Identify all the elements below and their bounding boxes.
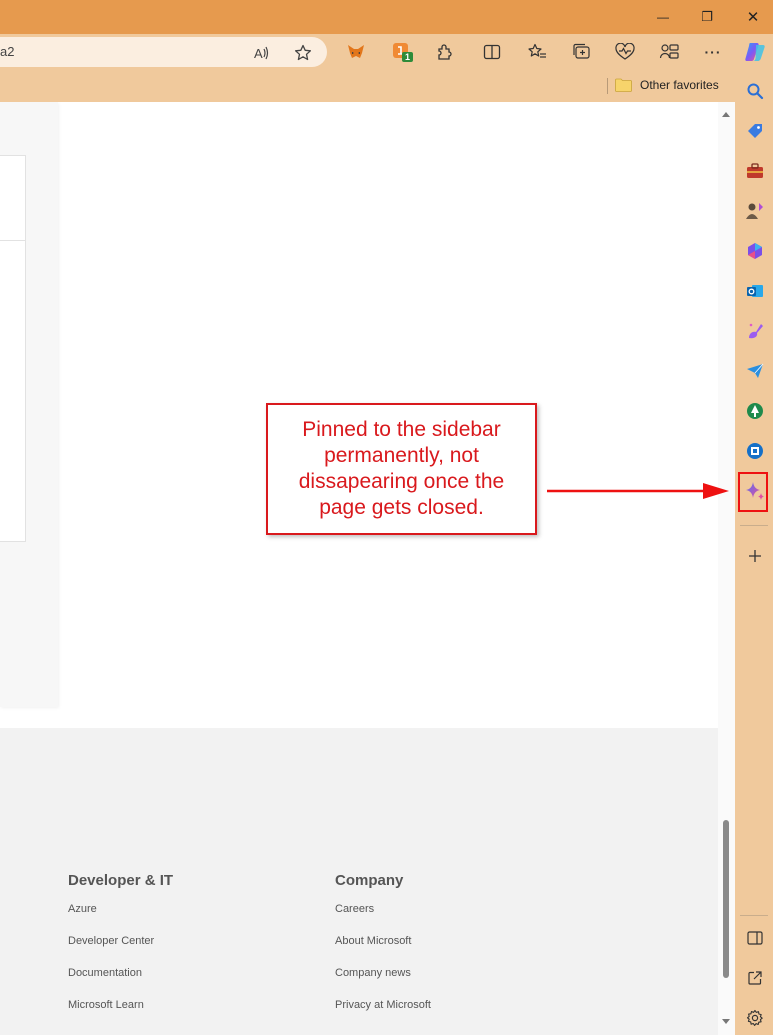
footer-link-company-news[interactable]: Company news (335, 967, 411, 979)
extension-badge: 1 (402, 52, 414, 62)
extension-badge-icon[interactable]: 1 (388, 38, 416, 66)
footer-heading-company: Company (335, 872, 404, 889)
settings-icon[interactable] (744, 1007, 766, 1029)
drop-icon[interactable] (744, 360, 766, 382)
more-options-button[interactable]: ··· (699, 38, 727, 66)
address-text[interactable]: a2 (0, 44, 14, 59)
annotation-callout: Pinned to the sidebar permanently, not d… (266, 403, 537, 535)
scroll-thumb[interactable] (723, 820, 729, 978)
page-scrollbar[interactable] (718, 102, 735, 1035)
search-icon[interactable] (744, 80, 766, 102)
microsoft-365-icon[interactable] (744, 240, 766, 262)
footer-heading-developer: Developer & IT (68, 872, 174, 889)
restore-icon: ❐ (701, 9, 713, 24)
browser-essentials-icon[interactable] (611, 38, 639, 66)
scroll-down-icon[interactable] (722, 1019, 730, 1024)
favorites-list-icon[interactable] (523, 38, 551, 66)
sidebar-separator-bottom (740, 915, 768, 916)
metamask-extension-icon[interactable] (342, 38, 370, 66)
folder-icon (615, 78, 632, 92)
copilot-toolbar-icon[interactable] (741, 38, 769, 66)
app-icon-2[interactable] (744, 440, 766, 462)
panel-divider (0, 240, 25, 241)
toolbar: a2 A 1 ··· (0, 34, 773, 70)
title-bar: — ❐ ✕ (0, 0, 773, 34)
split-screen-icon[interactable] (478, 38, 506, 66)
shopping-tag-icon[interactable] (744, 120, 766, 142)
split-screen-icon[interactable] (744, 927, 766, 949)
add-icon[interactable] (744, 545, 766, 567)
page-content: Developer & IT Azure Developer Center Do… (0, 102, 735, 1035)
open-external-icon[interactable] (744, 967, 766, 989)
minimize-button[interactable]: — (640, 0, 686, 34)
close-icon: ✕ (746, 9, 760, 26)
footer-link-privacy[interactable]: Privacy at Microsoft (335, 999, 431, 1011)
restore-button[interactable]: ❐ (684, 0, 730, 34)
panel-card (0, 155, 26, 542)
footer-link-developer-center[interactable]: Developer Center (68, 935, 154, 947)
footer-link-about-microsoft[interactable]: About Microsoft (335, 935, 411, 947)
app-icon[interactable] (744, 400, 766, 422)
svg-text:A: A (254, 46, 263, 61)
outlook-icon[interactable] (744, 280, 766, 302)
close-button[interactable]: ✕ (730, 0, 773, 34)
collections-icon[interactable] (567, 38, 595, 66)
edge-sidebar (735, 70, 773, 1035)
performance-icon[interactable] (655, 38, 683, 66)
other-favorites-link[interactable]: Other favorites (640, 78, 719, 92)
designer-icon[interactable] (744, 320, 766, 342)
games-icon[interactable] (744, 200, 766, 222)
footer-link-documentation[interactable]: Documentation (68, 967, 142, 979)
footer-link-careers[interactable]: Careers (335, 903, 374, 915)
left-panel (0, 102, 58, 707)
favorites-bar: Other favorites (0, 70, 735, 102)
footer-link-azure[interactable]: Azure (68, 903, 97, 915)
page-footer: Developer & IT Azure Developer Center Do… (0, 728, 718, 1035)
tools-briefcase-icon[interactable] (744, 160, 766, 182)
scroll-up-icon[interactable] (722, 112, 730, 117)
more-icon: ··· (704, 44, 722, 60)
read-aloud-icon[interactable]: A (250, 41, 274, 65)
extensions-puzzle-icon[interactable] (430, 38, 458, 66)
favorite-star-icon[interactable] (291, 41, 315, 65)
minimize-icon: — (657, 10, 669, 24)
address-bar[interactable]: a2 A (0, 37, 327, 67)
sidebar-separator (740, 525, 768, 526)
favorites-separator (607, 78, 608, 94)
annotation-text: Pinned to the sidebar permanently, not d… (298, 418, 505, 519)
footer-link-microsoft-learn[interactable]: Microsoft Learn (68, 999, 144, 1011)
copilot-highlight-box (738, 472, 768, 512)
annotation-arrow (547, 483, 729, 499)
